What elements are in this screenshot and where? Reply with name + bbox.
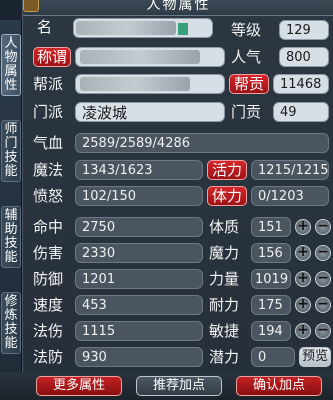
attr-value-strength: 1019 [251, 269, 291, 289]
sub-constitution-button[interactable]: − [315, 219, 331, 235]
sub-magic-button[interactable]: − [315, 245, 331, 261]
stamina-button[interactable]: 体力 [207, 186, 247, 206]
stat-label-hit: 命中 [33, 218, 64, 236]
attr-label-magic: 魔力 [209, 244, 240, 262]
guild-label: 帮派 [33, 75, 64, 93]
sub-agility-button[interactable]: − [315, 323, 331, 339]
tab-character-attributes[interactable]: 人物属性 [1, 34, 21, 96]
name-obscured [76, 21, 176, 35]
stat-label-magic-damage: 法伤 [33, 322, 64, 340]
sect-contribution-label: 门贡 [231, 103, 262, 121]
title-field [75, 47, 225, 67]
name-label: 名 [37, 18, 53, 36]
name-color-fragment [178, 23, 188, 35]
guild-obscured [80, 77, 190, 91]
panel-title: 人物属性 [146, 0, 211, 13]
attr-value-constitution: 151 [251, 217, 291, 237]
potential-value: 0 [251, 347, 295, 367]
sub-strength-button[interactable]: − [315, 271, 331, 287]
popularity-value: 800 [279, 47, 329, 67]
tab-label: 师门技能 [4, 122, 18, 179]
add-agility-button[interactable]: + [295, 323, 311, 339]
sect-contribution-value: 49 [273, 102, 329, 122]
more-attributes-button[interactable]: 更多属性 [36, 376, 122, 396]
add-magic-button[interactable]: + [295, 245, 311, 261]
stat-value-speed: 453 [75, 295, 203, 315]
level-label: 等级 [231, 21, 262, 39]
attr-label-agility: 敏捷 [209, 322, 240, 340]
footer-bar: 更多属性 推荐加点 确认加点 [0, 372, 333, 400]
stat-label-magic-defense: 法防 [33, 348, 64, 366]
tab-label: 辅助技能 [4, 208, 18, 265]
stat-value-damage: 2330 [75, 243, 203, 263]
sect-label: 门派 [33, 103, 64, 121]
side-tab-bar: 人物属性 师门技能 辅助技能 修炼技能 [0, 20, 22, 400]
add-endurance-button[interactable]: + [295, 297, 311, 313]
popularity-label: 人气 [231, 48, 262, 66]
sub-endurance-button[interactable]: − [315, 297, 331, 313]
tab-label: 人物属性 [4, 36, 18, 93]
preview-button[interactable]: 预览 [299, 347, 331, 367]
rage-label: 愤怒 [33, 187, 64, 205]
stat-label-speed: 速度 [33, 296, 64, 314]
attr-label-constitution: 体质 [209, 218, 240, 236]
stat-value-magic-defense: 930 [75, 347, 203, 367]
guild-field [75, 74, 225, 94]
attr-label-endurance: 耐力 [209, 296, 240, 314]
hp-label: 气血 [33, 134, 64, 152]
attr-value-magic: 156 [251, 243, 291, 263]
title-obscured [80, 50, 200, 64]
attr-label-strength: 力量 [209, 270, 240, 288]
sect-value: 凌波城 [75, 102, 225, 122]
name-field [73, 18, 213, 38]
add-strength-button[interactable]: + [295, 271, 311, 287]
title-button[interactable]: 称谓 [33, 47, 71, 67]
level-value: 129 [279, 20, 329, 40]
recommend-points-button[interactable]: 推荐加点 [136, 376, 222, 396]
potential-label: 潜力 [209, 348, 240, 366]
vigor-value: 1215/1215 [251, 160, 329, 180]
tab-sect-skills[interactable]: 师门技能 [1, 120, 21, 182]
stamina-value: 0/1203 [251, 186, 329, 206]
add-constitution-button[interactable]: + [295, 219, 311, 235]
mp-value: 1343/1623 [75, 160, 203, 180]
stat-value-hit: 2750 [75, 217, 203, 237]
tab-label: 修炼技能 [4, 294, 18, 351]
rage-value: 102/150 [75, 186, 203, 206]
vigor-button[interactable]: 活力 [207, 160, 247, 180]
attribute-panel: 人物属性 名 等级 129 称谓 人气 800 帮派 帮贡 11468 门派 凌… [22, 0, 333, 400]
tab-cultivation-skills[interactable]: 修炼技能 [1, 292, 21, 354]
mp-label: 魔法 [33, 161, 64, 179]
guild-contribution-value: 11468 [273, 74, 329, 94]
stat-label-damage: 伤害 [33, 244, 64, 262]
stat-value-magic-damage: 1115 [75, 321, 203, 341]
stat-value-defense: 1201 [75, 269, 203, 289]
confirm-points-button[interactable]: 确认加点 [236, 376, 322, 396]
attr-value-endurance: 175 [251, 295, 291, 315]
tab-assist-skills[interactable]: 辅助技能 [1, 206, 21, 268]
attr-value-agility: 194 [251, 321, 291, 341]
hp-value: 2589/2589/4286 [75, 133, 329, 153]
stat-label-defense: 防御 [33, 270, 64, 288]
panel-corner-icon [23, 0, 39, 12]
title-bar: 人物属性 [23, 0, 333, 16]
guild-contribution-button[interactable]: 帮贡 [229, 74, 269, 94]
